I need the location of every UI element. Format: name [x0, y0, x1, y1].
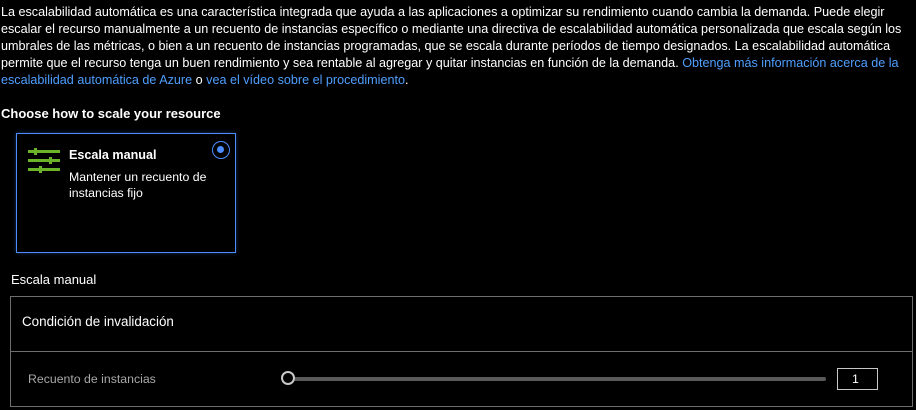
manual-scale-section-label: Escala manual — [11, 272, 97, 287]
option-description: Mantener un recuento de instancias fijo — [69, 170, 207, 200]
instance-count-label: Recuento de instancias — [28, 372, 156, 386]
manual-scale-option-card[interactable]: Escala manual Mantener un recuento de in… — [16, 133, 236, 253]
instance-count-slider[interactable] — [281, 371, 826, 387]
section-title: Choose how to scale your resource — [1, 106, 221, 121]
panel-header[interactable]: Condición de invalidación — [11, 297, 912, 352]
instance-count-input[interactable]: 1 — [837, 368, 878, 390]
sliders-icon — [28, 148, 60, 173]
option-title: Escala manual — [69, 148, 157, 162]
intro-connector: o — [195, 73, 203, 87]
intro-end: . — [404, 73, 409, 87]
override-condition-panel: Condición de invalidación Recuento de in… — [10, 296, 913, 407]
option-radio-button[interactable] — [212, 141, 230, 159]
video-link[interactable]: vea el vídeo sobre el procedimiento — [206, 73, 405, 87]
intro-paragraph: La escalabilidad automática es una carac… — [1, 4, 906, 89]
panel-title: Condición de invalidación — [22, 314, 174, 329]
slider-thumb[interactable] — [281, 371, 295, 385]
slider-track[interactable] — [287, 377, 826, 381]
